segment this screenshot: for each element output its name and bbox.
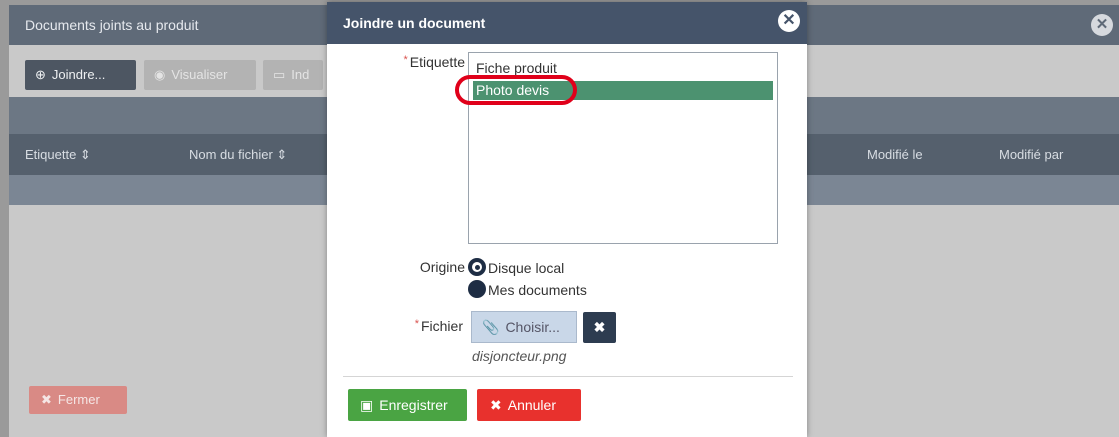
close-icon[interactable]: ✕ xyxy=(1091,14,1113,36)
background-window-title: Documents joints au produit xyxy=(25,17,199,33)
close-icon[interactable]: ✕ xyxy=(778,10,800,32)
radio-checked-icon[interactable] xyxy=(468,258,486,276)
times-icon: ✖ xyxy=(593,319,606,335)
attach-document-dialog: Joindre un document ✕ * Etiquette Fiche p… xyxy=(327,2,807,437)
dialog-title: Joindre un document xyxy=(343,15,486,31)
times-icon: ✖ xyxy=(490,397,502,413)
radio-unchecked-icon[interactable] xyxy=(468,280,486,298)
required-marker: * xyxy=(414,318,419,330)
save-button-label: Enregistrer xyxy=(379,397,448,413)
dialog-header: Joindre un document ✕ xyxy=(327,2,807,44)
divider xyxy=(343,376,793,377)
plus-circle-icon: ⊕ xyxy=(35,67,46,82)
clear-file-button[interactable]: ✖ xyxy=(583,312,616,343)
required-marker: * xyxy=(403,54,408,66)
choose-file-button[interactable]: 📎 Choisir... xyxy=(471,311,577,343)
fichier-label-text: Fichier xyxy=(420,318,463,334)
join-button-label: Joindre... xyxy=(51,67,106,82)
index-button-label: Ind xyxy=(291,67,310,82)
origine-label: Origine xyxy=(419,259,465,275)
selected-file-name: disjoncteur.png xyxy=(472,348,567,364)
origine-option-label: Disque local xyxy=(488,260,565,276)
column-header-filename[interactable]: Nom du fichier ⇕ xyxy=(189,134,287,175)
column-header-etiquette[interactable]: Etiquette ⇕ xyxy=(25,134,91,175)
join-button[interactable]: ⊕ Joindre... xyxy=(25,60,136,90)
close-button[interactable]: ✖ Fermer xyxy=(29,386,127,414)
floppy-disk-icon: ▣ xyxy=(360,397,374,413)
view-button[interactable]: ◉ Visualiser xyxy=(144,60,256,90)
column-header-modified-on[interactable]: Modifié le xyxy=(867,134,923,175)
highlight-annotation xyxy=(455,75,577,105)
close-button-label: Fermer xyxy=(57,392,100,407)
view-button-label: Visualiser xyxy=(171,67,228,82)
cancel-button[interactable]: ✖ Annuler xyxy=(477,389,581,421)
cancel-button-label: Annuler xyxy=(507,397,556,413)
column-header-modified-by[interactable]: Modifié par xyxy=(999,134,1063,175)
etiquette-label-text: Etiquette xyxy=(409,54,465,70)
keyboard-icon: ▭ xyxy=(273,67,286,82)
save-button[interactable]: ▣ Enregistrer xyxy=(348,389,467,421)
fichier-label: * Fichier xyxy=(387,318,463,334)
choose-file-label: Choisir... xyxy=(505,319,560,335)
paperclip-icon: 📎 xyxy=(482,319,500,335)
etiquette-label: * Etiquette xyxy=(385,54,465,70)
times-icon: ✖ xyxy=(41,392,52,407)
origine-option-label: Mes documents xyxy=(488,282,587,298)
index-button[interactable]: ▭ Ind xyxy=(263,60,323,90)
eye-icon: ◉ xyxy=(154,67,166,82)
